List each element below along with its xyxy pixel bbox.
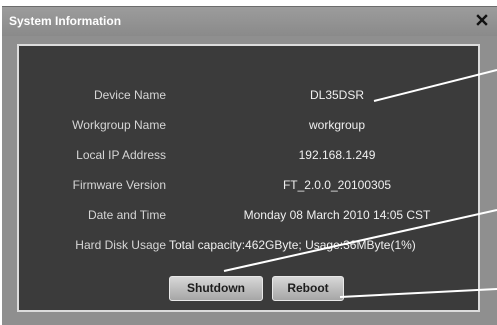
info-value: workgroup	[308, 118, 366, 132]
info-label: Local IP Address	[76, 148, 166, 162]
info-row-device-name: Device Name DL35DSR	[19, 86, 478, 104]
dialog-title: System Information	[9, 14, 122, 28]
system-information-dialog: System Information Device Name DL35DSR W…	[2, 6, 497, 325]
title-bar: System Information	[2, 7, 497, 36]
info-label: Device Name	[93, 88, 166, 102]
info-label: Hard Disk Usage	[75, 238, 166, 252]
info-label: Workgroup Name	[72, 118, 166, 132]
close-icon[interactable]	[475, 13, 489, 27]
info-row-firmware-version: Firmware Version FT_2.0.0_20100305	[19, 176, 478, 194]
info-value: 192.168.1.249	[298, 148, 376, 162]
info-row-local-ip: Local IP Address 192.168.1.249	[19, 146, 478, 164]
info-label: Firmware Version	[72, 178, 166, 192]
info-value: DL35DSR	[309, 88, 365, 102]
info-value: Total capacity:462GByte; Usage:36MByte(1…	[169, 238, 416, 252]
info-row-date-time: Date and Time Monday 08 March 2010 14:05…	[19, 206, 478, 224]
reboot-button[interactable]: Reboot	[272, 276, 344, 301]
info-row-workgroup-name: Workgroup Name workgroup	[19, 116, 478, 134]
info-label: Date and Time	[87, 208, 166, 222]
info-row-hard-disk-usage: Hard Disk Usage Total capacity:462GByte;…	[19, 236, 478, 254]
info-panel: Device Name DL35DSR Workgroup Name workg…	[17, 44, 480, 312]
info-value: FT_2.0.0_20100305	[282, 178, 392, 192]
shutdown-button[interactable]: Shutdown	[169, 276, 263, 301]
info-value: Monday 08 March 2010 14:05 CST	[243, 208, 431, 222]
